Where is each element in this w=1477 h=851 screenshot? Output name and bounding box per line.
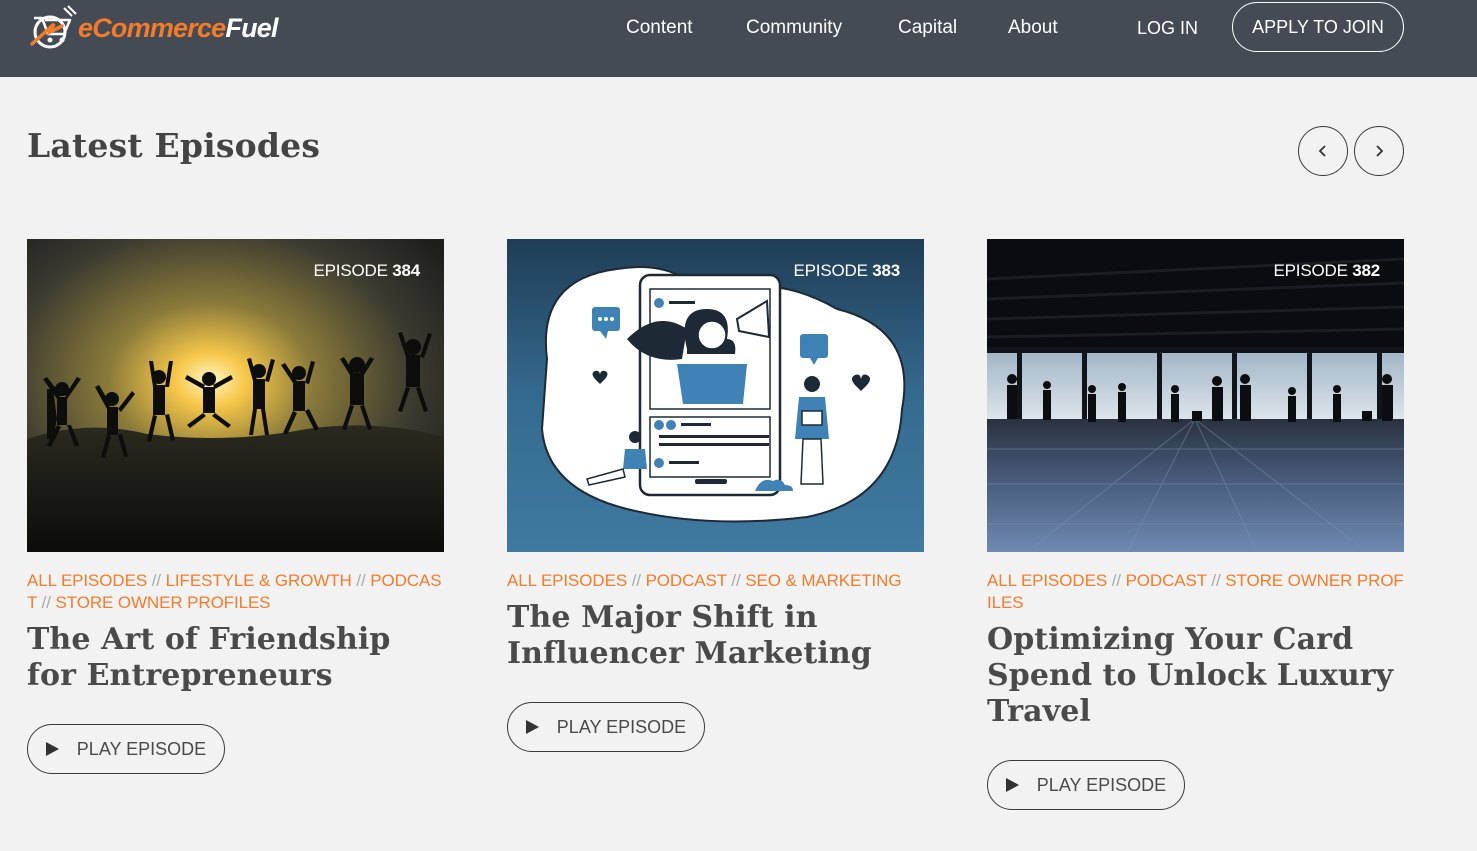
category-list: ALL EPISODES // PODCAST // STORE OWNER P… <box>987 570 1404 614</box>
apply-to-join-button[interactable]: APPLY TO JOIN <box>1232 2 1404 52</box>
logo-fuel: Fuel <box>225 12 278 43</box>
play-episode-label: PLAY EPISODE <box>76 738 207 759</box>
episode-number: 384 <box>392 261 420 280</box>
nav-link-about[interactable]: About <box>1008 16 1058 40</box>
category-link[interactable]: SEO & MARKETING <box>745 571 901 590</box>
category-link[interactable]: PODCAST <box>1126 571 1207 590</box>
episode-number: 382 <box>1352 261 1380 280</box>
play-icon <box>1005 778 1019 792</box>
episode-title[interactable]: The Art of Friendship for Entrepreneurs <box>27 622 444 694</box>
play-icon <box>525 720 539 734</box>
episode-number-label: EPISODE 383 <box>793 261 901 281</box>
section-title: Latest Episodes <box>27 126 321 165</box>
logo-wordmark: eCommerceFuel <box>78 12 279 44</box>
airport-travelers-image <box>987 239 1404 552</box>
episode-label-prefix: EPISODE <box>313 261 393 280</box>
episode-label-prefix: EPISODE <box>1273 261 1353 280</box>
category-list: ALL EPISODES // LIFESTYLE & GROWTH // PO… <box>27 570 444 614</box>
nav-link-capital[interactable]: Capital <box>898 16 957 40</box>
category-link[interactable]: LIFESTYLE & GROWTH <box>166 571 352 590</box>
episode-title[interactable]: Optimizing Your Card Spend to Unlock Lux… <box>987 622 1404 730</box>
nav-link-content[interactable]: Content <box>626 16 693 40</box>
episode-title[interactable]: The Major Shift in Influencer Marketing <box>507 600 924 672</box>
category-separator: // <box>631 571 641 590</box>
episode-card: EPISODE 384 ALL EPISODES // LIFESTYLE & … <box>27 239 444 774</box>
top-nav: eCommerceFuel Content Community Capital … <box>0 0 1477 77</box>
logo-e: e <box>78 12 93 43</box>
chevron-left-icon <box>1318 145 1326 157</box>
logo-commerce: Commerce <box>92 12 226 43</box>
category-list: ALL EPISODES // PODCAST // SEO & MARKETI… <box>507 570 924 592</box>
sunset-jumping-people-image <box>27 239 444 552</box>
play-episode-button[interactable]: PLAY EPISODE <box>987 760 1185 810</box>
influencer-marketing-illustration <box>507 239 924 552</box>
play-episode-label: PLAY EPISODE <box>556 716 687 737</box>
play-episode-button[interactable]: PLAY EPISODE <box>507 702 705 752</box>
category-separator: // <box>1111 571 1121 590</box>
category-link[interactable]: ALL EPISODES <box>987 571 1107 590</box>
carousel-prev-button[interactable] <box>1298 126 1348 176</box>
category-separator: // <box>356 571 366 590</box>
fuel-cart-logo-icon <box>30 5 77 49</box>
chevron-right-icon <box>1376 145 1384 157</box>
episode-label-prefix: EPISODE <box>793 261 873 280</box>
category-link[interactable]: ALL EPISODES <box>27 571 147 590</box>
episode-card: EPISODE 382 ALL EPISODES // PODCAST // S… <box>987 239 1404 810</box>
carousel-next-button[interactable] <box>1354 126 1404 176</box>
category-link[interactable]: PODCAST <box>646 571 727 590</box>
category-link[interactable]: STORE OWNER PROFILES <box>55 593 270 612</box>
category-separator: // <box>1211 571 1221 590</box>
play-episode-button[interactable]: PLAY EPISODE <box>27 724 225 774</box>
category-link[interactable]: ALL EPISODES <box>507 571 627 590</box>
play-episode-label: PLAY EPISODE <box>1036 774 1167 795</box>
site-logo[interactable]: eCommerceFuel <box>28 4 279 52</box>
episode-thumbnail[interactable]: EPISODE 382 <box>987 239 1404 552</box>
episode-card: EPISODE 383 ALL EPISODES // PODCAST // S… <box>507 239 924 752</box>
episode-number: 383 <box>872 261 900 280</box>
episode-number-label: EPISODE 382 <box>1273 261 1381 281</box>
category-separator: // <box>731 571 741 590</box>
nav-link-community[interactable]: Community <box>746 16 842 40</box>
episode-number-label: EPISODE 384 <box>313 261 421 281</box>
episode-thumbnail[interactable]: EPISODE 384 <box>27 239 444 552</box>
login-link[interactable]: LOG IN <box>1137 16 1198 40</box>
play-icon <box>45 742 59 756</box>
category-separator: // <box>41 593 51 612</box>
episode-thumbnail[interactable]: EPISODE 383 <box>507 239 924 552</box>
category-separator: // <box>151 571 161 590</box>
